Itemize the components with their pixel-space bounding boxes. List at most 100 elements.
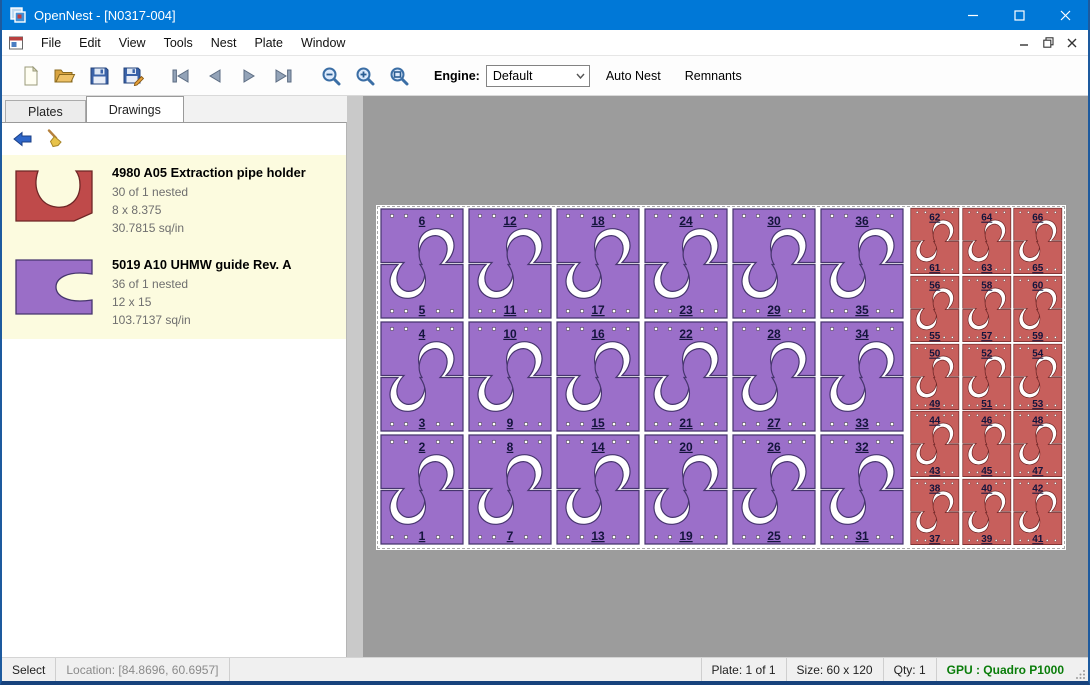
minimize-icon <box>968 10 979 21</box>
svg-text:24: 24 <box>679 214 693 228</box>
grip-dots-icon <box>1076 669 1086 679</box>
save-button[interactable] <box>82 60 116 92</box>
svg-text:40: 40 <box>981 484 992 495</box>
zoom-fit-button[interactable] <box>382 60 416 92</box>
previous-plate-button[interactable] <box>198 60 232 92</box>
svg-text:14: 14 <box>591 440 605 454</box>
nest-part-pair[interactable]: 5453 <box>1012 343 1064 411</box>
window-close-button[interactable] <box>1042 0 1088 30</box>
svg-text:30: 30 <box>767 214 781 228</box>
menu-plate[interactable]: Plate <box>245 32 292 54</box>
first-plate-button[interactable] <box>164 60 198 92</box>
nest-part-pair[interactable]: 4645 <box>961 410 1013 478</box>
svg-text:62: 62 <box>929 213 940 224</box>
title-bar[interactable]: OpenNest - [N0317-004] <box>2 0 1088 30</box>
svg-text:4: 4 <box>419 327 426 341</box>
drawing-item-uhmw-guide[interactable]: 5019 A10 UHMW guide Rev. A 36 of 1 neste… <box>2 247 346 339</box>
nest-part-pair[interactable]: 109 <box>466 320 554 433</box>
menu-tools[interactable]: Tools <box>155 32 202 54</box>
last-plate-button[interactable] <box>266 60 300 92</box>
svg-text:6: 6 <box>419 214 426 228</box>
resize-grip[interactable] <box>1074 658 1088 681</box>
auto-nest-button[interactable]: Auto Nest <box>598 63 669 89</box>
nest-part-pair[interactable]: 4443 <box>909 410 961 478</box>
content-area: Plates Drawings <box>2 96 1088 657</box>
drawing-name: 4980 A05 Extraction pipe holder <box>112 165 306 180</box>
child-restore-button[interactable] <box>1036 33 1060 53</box>
nest-part-pair[interactable]: 1615 <box>554 320 642 433</box>
red-part-shape <box>16 171 92 221</box>
svg-text:37: 37 <box>929 534 940 545</box>
menu-view[interactable]: View <box>110 32 155 54</box>
engine-value: Default <box>493 69 533 83</box>
nest-part-pair[interactable]: 6665 <box>1012 207 1064 275</box>
status-plate: Plate: 1 of 1 <box>701 658 786 681</box>
nest-part-pair[interactable]: 1211 <box>466 207 554 320</box>
save-as-button[interactable] <box>116 60 150 92</box>
nest-part-pair[interactable]: 3635 <box>818 207 906 320</box>
menu-window[interactable]: Window <box>292 32 354 54</box>
nest-part-pair[interactable]: 2827 <box>730 320 818 433</box>
cleanup-button[interactable] <box>42 127 68 151</box>
menu-nest[interactable]: Nest <box>202 32 246 54</box>
nest-part-pair[interactable]: 43 <box>378 320 466 433</box>
nest-part-pair[interactable]: 87 <box>466 433 554 546</box>
tab-drawings[interactable]: Drawings <box>86 96 184 122</box>
svg-text:44: 44 <box>929 416 940 427</box>
window-minimize-button[interactable] <box>950 0 996 30</box>
window-maximize-button[interactable] <box>996 0 1042 30</box>
nest-canvas-viewport[interactable]: 6512111817242330293635431091615222128273… <box>347 96 1088 657</box>
svg-text:55: 55 <box>929 331 940 342</box>
tab-plates[interactable]: Plates <box>5 100 86 122</box>
nest-part-pair[interactable]: 6261 <box>909 207 961 275</box>
svg-text:46: 46 <box>981 416 992 427</box>
nest-part-pair[interactable]: 4039 <box>961 478 1013 546</box>
nest-part-pair[interactable]: 21 <box>378 433 466 546</box>
nest-part-pair[interactable]: 4241 <box>1012 478 1064 546</box>
drawing-size: 8 x 8.375 <box>112 201 306 219</box>
nest-part-pair[interactable]: 3433 <box>818 320 906 433</box>
svg-text:17: 17 <box>591 303 605 317</box>
nest-part-pair[interactable]: 65 <box>378 207 466 320</box>
nest-part-pair[interactable]: 2221 <box>642 320 730 433</box>
nest-part-pair[interactable]: 6059 <box>1012 275 1064 343</box>
first-arrow-icon <box>171 68 191 84</box>
svg-text:15: 15 <box>591 416 605 430</box>
svg-text:27: 27 <box>767 416 781 430</box>
save-as-icon <box>123 66 144 86</box>
return-parts-button[interactable] <box>10 127 36 151</box>
open-button[interactable] <box>48 60 82 92</box>
menu-edit[interactable]: Edit <box>70 32 110 54</box>
nest-part-pair[interactable]: 4847 <box>1012 410 1064 478</box>
nest-part-pair[interactable]: 2423 <box>642 207 730 320</box>
zoom-out-button[interactable] <box>314 60 348 92</box>
nest-part-pair[interactable]: 5251 <box>961 343 1013 411</box>
svg-text:56: 56 <box>929 280 940 291</box>
nest-part-pair[interactable]: 3231 <box>818 433 906 546</box>
opennest-window: OpenNest - [N0317-004] File Edit View To… <box>0 0 1090 685</box>
new-button[interactable] <box>14 60 48 92</box>
zoom-in-button[interactable] <box>348 60 382 92</box>
menu-file[interactable]: File <box>32 32 70 54</box>
svg-text:49: 49 <box>929 399 940 410</box>
nest-part-pair[interactable]: 2625 <box>730 433 818 546</box>
nest-part-pair[interactable]: 1817 <box>554 207 642 320</box>
zoom-out-icon <box>321 66 341 86</box>
nest-part-pair[interactable]: 2019 <box>642 433 730 546</box>
nest-part-pair[interactable]: 5857 <box>961 275 1013 343</box>
nest-part-pair[interactable]: 56 55 <box>909 275 961 343</box>
engine-dropdown[interactable]: Default <box>486 65 590 87</box>
svg-text:32: 32 <box>855 440 869 454</box>
nest-part-pair[interactable]: 5049 <box>909 343 961 411</box>
child-close-button[interactable] <box>1060 33 1084 53</box>
nest-part-pair[interactable]: 3029 <box>730 207 818 320</box>
nest-part-pair[interactable]: 1413 <box>554 433 642 546</box>
drawing-item-extraction-pipe-holder[interactable]: 4980 A05 Extraction pipe holder 30 of 1 … <box>2 155 346 247</box>
drawing-area: 30.7815 sq/in <box>112 219 306 237</box>
svg-text:51: 51 <box>981 399 992 410</box>
remnants-button[interactable]: Remnants <box>677 63 750 89</box>
child-minimize-button[interactable] <box>1012 33 1036 53</box>
nest-part-pair[interactable]: 3837 <box>909 478 961 546</box>
nest-part-pair[interactable]: 6463 <box>961 207 1013 275</box>
next-plate-button[interactable] <box>232 60 266 92</box>
